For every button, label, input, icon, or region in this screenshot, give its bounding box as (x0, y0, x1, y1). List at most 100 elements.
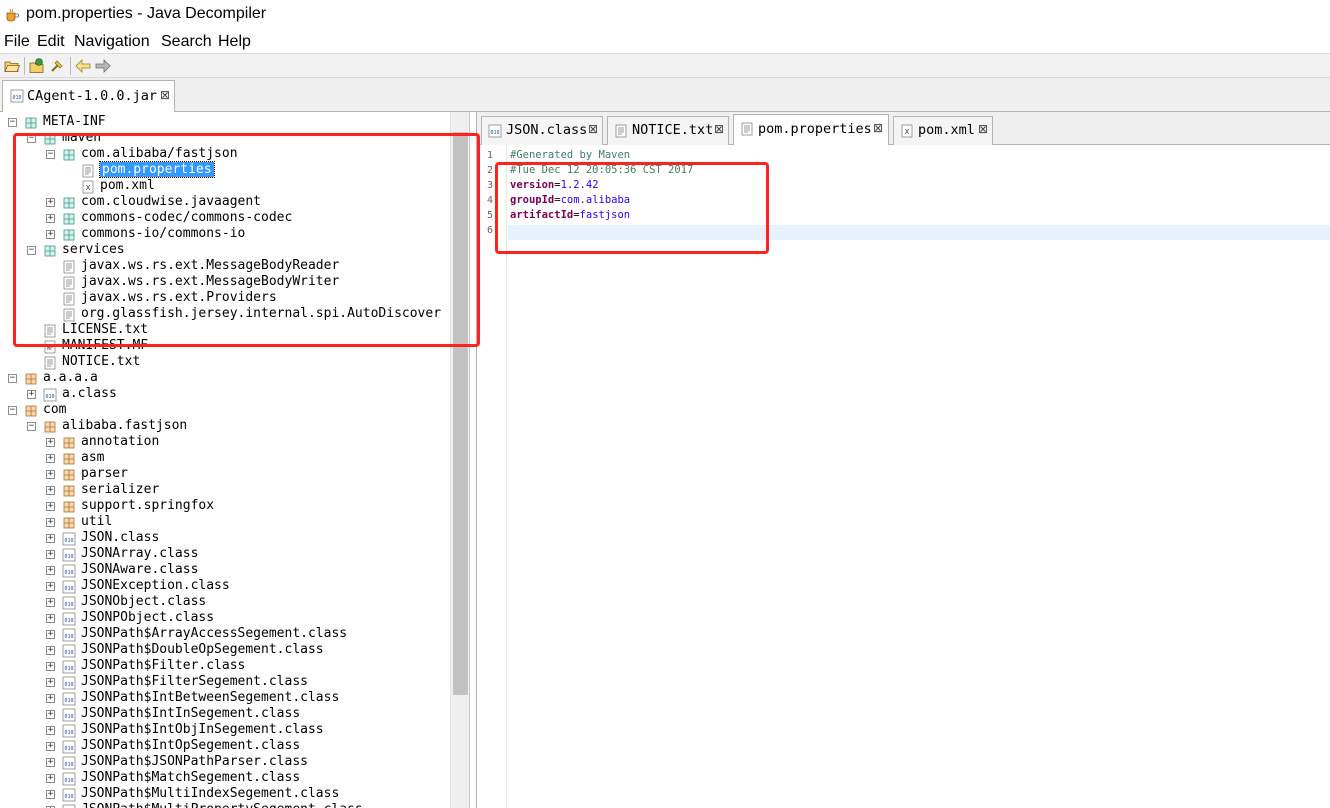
class-file-icon: 010 (62, 659, 76, 674)
tree-item[interactable]: +010 JSONPath$IntInSegement.class (0, 706, 450, 723)
tab-cagent-jar[interactable]: 010 CAgent-1.0.0.jar ⊠ (2, 80, 175, 112)
tree-item[interactable]: + util (0, 514, 450, 531)
expand-toggle-icon[interactable]: + (46, 518, 55, 527)
tree-item[interactable]: +010 JSONPath$DoubleOpSegement.class (0, 642, 450, 659)
package-icon (62, 499, 76, 513)
annotation-box-editor (495, 162, 769, 254)
tree-item[interactable]: +010 JSONObject.class (0, 594, 450, 611)
close-icon[interactable]: ⊠ (588, 122, 598, 136)
tree-item[interactable]: − alibaba.fastjson (0, 418, 450, 435)
expand-toggle-icon[interactable]: + (46, 502, 55, 511)
collapse-toggle-icon[interactable]: − (27, 422, 36, 431)
close-icon[interactable]: ⊠ (978, 122, 988, 136)
tree-item[interactable]: − META-INF (0, 114, 450, 131)
search-icon[interactable] (48, 57, 66, 75)
expand-toggle-icon[interactable]: + (46, 438, 55, 447)
expand-toggle-icon[interactable]: + (46, 694, 55, 703)
tab-pom-xml[interactable]: X pom.xml ⊠ (893, 116, 993, 145)
open-type-icon[interactable] (28, 57, 46, 75)
expand-toggle-icon[interactable]: + (46, 454, 55, 463)
tree-item[interactable]: +010 JSONPath$IntBetweenSegement.class (0, 690, 450, 707)
expand-toggle-icon[interactable]: + (46, 774, 55, 783)
menu-edit[interactable]: Edit (37, 33, 65, 51)
line-number: 4 (487, 195, 494, 206)
collapse-toggle-icon[interactable]: − (8, 118, 17, 127)
tab-json-class[interactable]: 010 JSON.class ⊠ (481, 116, 603, 145)
expand-toggle-icon[interactable]: + (46, 678, 55, 687)
tree-item[interactable]: + serializer (0, 482, 450, 499)
svg-text:010: 010 (64, 698, 73, 704)
tree-item[interactable]: +010 JSONArray.class (0, 546, 450, 563)
tree-item-label: NOTICE.txt (62, 354, 141, 369)
tree-item[interactable]: +010 JSON.class (0, 530, 450, 547)
tree-item[interactable]: +010 JSONPath$ArrayAccessSegement.class (0, 626, 450, 643)
tree-item[interactable]: + annotation (0, 434, 450, 451)
expand-toggle-icon[interactable]: + (46, 726, 55, 735)
tree-item[interactable]: +010JSONPath$MultiPropertySegement.class (0, 802, 450, 808)
close-icon[interactable]: ⊠ (714, 122, 724, 136)
expand-toggle-icon[interactable]: + (46, 710, 55, 719)
collapse-toggle-icon[interactable]: − (8, 406, 17, 415)
open-file-icon[interactable] (3, 57, 21, 75)
collapse-toggle-icon[interactable]: − (8, 374, 17, 383)
text-file-icon (741, 122, 753, 136)
menu-bar: File Edit Navigation Search Help (0, 30, 1330, 54)
package-icon (62, 435, 76, 449)
expand-toggle-icon[interactable]: + (46, 630, 55, 639)
expand-toggle-icon[interactable]: + (46, 598, 55, 607)
close-icon[interactable]: ⊠ (873, 121, 883, 135)
expand-toggle-icon[interactable]: + (46, 646, 55, 655)
tree-item[interactable]: + parser (0, 466, 450, 483)
tree-item[interactable]: +010 JSONPath$MultiIndexSegement.class (0, 786, 450, 803)
close-icon[interactable]: ⊠ (160, 88, 170, 102)
class-file-icon: 010 (62, 755, 76, 770)
expand-toggle-icon[interactable]: + (46, 790, 55, 799)
tree-item[interactable]: +010 JSONPath$IntOpSegement.class (0, 738, 450, 755)
text-file-icon (43, 355, 57, 370)
menu-navigation[interactable]: Navigation (74, 33, 150, 51)
expand-toggle-icon[interactable]: + (46, 742, 55, 751)
coffee-cup-icon (6, 8, 19, 22)
expand-toggle-icon[interactable]: + (27, 390, 36, 399)
tree-item[interactable]: +010 a.class (0, 386, 450, 403)
tree-item[interactable]: +010 JSONException.class (0, 578, 450, 595)
expand-toggle-icon[interactable]: + (46, 486, 55, 495)
tree-item[interactable]: +010 JSONPath$IntObjInSegement.class (0, 722, 450, 739)
tree-item[interactable]: NOTICE.txt (0, 354, 450, 371)
tab-pom-properties[interactable]: pom.properties ⊠ (733, 114, 889, 145)
tree-item[interactable]: + asm (0, 450, 450, 467)
tree-item[interactable]: + support.springfox (0, 498, 450, 515)
tree-item-label: JSONPObject.class (81, 610, 215, 625)
expand-toggle-icon[interactable]: + (46, 758, 55, 767)
tree-item[interactable]: +010 JSONPath$MatchSegement.class (0, 770, 450, 787)
toolbar-separator (24, 57, 25, 75)
jar-tab-strip: 010 CAgent-1.0.0.jar ⊠ (0, 78, 1330, 112)
tab-notice-txt[interactable]: NOTICE.txt ⊠ (607, 116, 729, 145)
expand-toggle-icon[interactable]: + (46, 550, 55, 559)
tree-item[interactable]: +010 JSONPath$FilterSegement.class (0, 674, 450, 691)
forward-icon[interactable] (94, 57, 112, 75)
expand-toggle-icon[interactable]: + (46, 534, 55, 543)
expand-toggle-icon[interactable]: + (46, 614, 55, 623)
tab-label: JSON.class (506, 122, 588, 138)
expand-toggle-icon[interactable]: + (46, 470, 55, 479)
editor-tab-strip: 010 JSON.class ⊠ NOTICE.txt ⊠ pom.proper… (476, 112, 1330, 145)
expand-toggle-icon[interactable]: + (46, 662, 55, 671)
menu-help[interactable]: Help (218, 33, 251, 51)
tree-item[interactable]: +010 JSONPath$Filter.class (0, 658, 450, 675)
class-file-icon: 010 (62, 579, 76, 594)
title-bar: pom.properties - Java Decompiler (0, 0, 1330, 30)
tree-item[interactable]: − com (0, 402, 450, 419)
expand-toggle-icon[interactable]: + (46, 566, 55, 575)
svg-text:010: 010 (490, 130, 499, 136)
back-icon[interactable] (74, 57, 92, 75)
svg-text:010: 010 (64, 794, 73, 800)
annotation-box-tree (13, 133, 480, 347)
expand-toggle-icon[interactable]: + (46, 582, 55, 591)
menu-file[interactable]: File (4, 33, 30, 51)
tree-item[interactable]: +010 JSONAware.class (0, 562, 450, 579)
tree-item[interactable]: +010 JSONPath$JSONPathParser.class (0, 754, 450, 771)
menu-search[interactable]: Search (161, 33, 212, 51)
tree-item[interactable]: +010 JSONPObject.class (0, 610, 450, 627)
tree-item[interactable]: − a.a.a.a (0, 370, 450, 387)
